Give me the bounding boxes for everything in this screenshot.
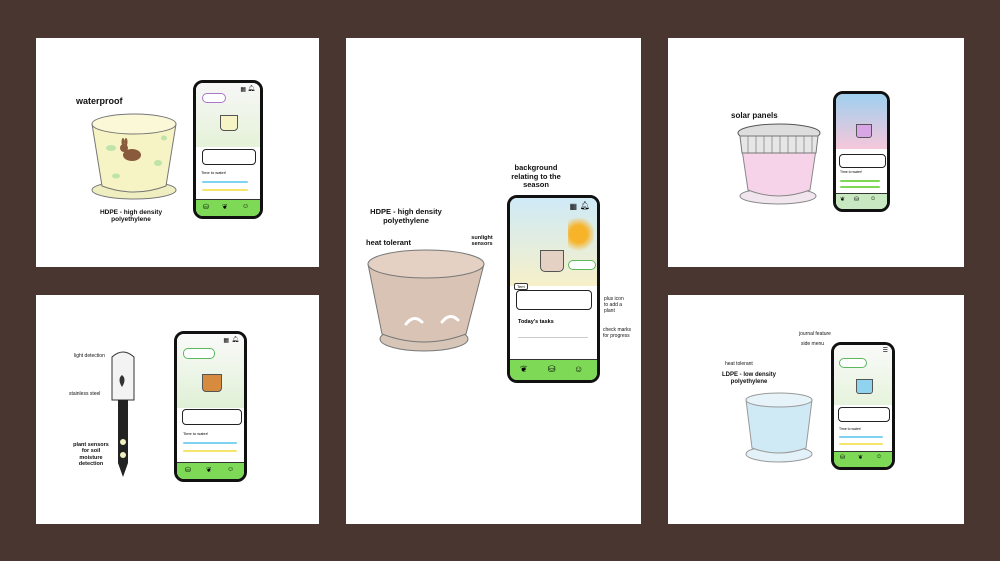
sprout-icon[interactable]: ❦ — [520, 364, 528, 375]
people-icon[interactable]: ☺ — [870, 196, 876, 202]
people-icon[interactable]: ☺ — [574, 364, 583, 374]
plant-card[interactable] — [182, 409, 242, 425]
bottom-nav: ⛁ ❦ ☺ — [834, 451, 892, 467]
plant-card[interactable] — [839, 154, 886, 168]
blue-pot-illustration — [745, 392, 813, 463]
time-to-water-label: Time to water! — [201, 170, 227, 175]
people-icon[interactable]: ☺ — [876, 454, 882, 460]
time-to-water-label: Time to water! — [839, 427, 862, 431]
plant-card[interactable] — [838, 407, 890, 422]
pot-icon[interactable]: ⛁ — [854, 196, 859, 203]
phone-mockup: ▦ 🔔︎ Time to water! ⛁ ❦ ☺ — [193, 80, 263, 219]
label-check-marks-note: check marks for progress — [603, 327, 632, 339]
panel-waterproof-pot: waterproof HDPE - high density polyethyl… — [36, 38, 319, 267]
calendar-icon[interactable]: ▦ — [240, 86, 246, 93]
plant-tag: Terri — [514, 283, 528, 290]
sun-level-bar — [839, 443, 883, 445]
label-plus-icon-note: plus icon to add a plant — [604, 296, 624, 314]
sprout-icon[interactable]: ❦ — [222, 203, 228, 211]
phone-mockup: ▦ 🔔︎ Time to water! ⛁ ❦ ☺ — [174, 331, 247, 482]
task-row-progress[interactable] — [518, 342, 588, 349]
pot-icon[interactable]: ⛁ — [548, 364, 556, 375]
sprout-icon[interactable]: ❦ — [206, 466, 212, 474]
bottom-nav: ⛁ ❦ ☺ — [196, 199, 260, 216]
pot-icon[interactable]: ⛁ — [185, 466, 191, 474]
bell-icon[interactable]: 🔔︎ — [580, 201, 590, 210]
people-icon[interactable]: ☺ — [227, 466, 234, 473]
panel-ldpe-pot: journal feature side menu heat tolerant … — [668, 295, 964, 524]
plant-card[interactable] — [202, 149, 256, 165]
water-level-bar — [202, 181, 248, 183]
autumn-leaves — [568, 218, 594, 258]
water-level-bar — [839, 436, 883, 438]
yellow-pot-illustration — [91, 113, 177, 200]
todays-tasks-title: Today's tasks — [518, 319, 554, 325]
speech-bubble — [568, 260, 596, 270]
calendar-icon[interactable]: ▦ — [223, 337, 229, 344]
plant-card[interactable] — [516, 290, 592, 310]
pot-with-plant — [220, 115, 238, 131]
speech-bubble — [202, 93, 226, 103]
phone-scene — [177, 334, 244, 408]
phone-mockup: Time to water! ❦ ⛁ ☺ — [833, 91, 890, 212]
bell-icon[interactable]: 🔔︎ — [247, 85, 255, 92]
phone-mockup: ☰ Time to water! ⛁ ❦ ☺ — [831, 342, 895, 470]
sun-level-bar — [202, 189, 248, 191]
sun-level-bar — [183, 450, 237, 452]
pot-with-plant — [202, 374, 222, 392]
phone-scene — [834, 345, 892, 405]
pot-icon[interactable]: ⛁ — [840, 454, 845, 461]
pot-icon[interactable]: ⛁ — [203, 203, 209, 211]
bell-icon[interactable]: 🔔︎ — [231, 336, 239, 343]
water-level-bar — [183, 442, 237, 444]
panel-plant-sensor: light detection stainless steel plant se… — [36, 295, 319, 524]
bottom-nav: ❦ ⛁ ☺ — [510, 359, 597, 380]
pot-with-plant — [540, 250, 564, 272]
bottom-nav: ❦ ⛁ ☺ — [836, 193, 887, 209]
people-icon[interactable]: ☺ — [242, 203, 249, 210]
panel-center-pot: background relating to the season HDPE -… — [346, 38, 641, 524]
phone-mockup: ▦ 🔔︎ Terri Today's tasks ❦ ⛁ ☺ — [507, 195, 600, 383]
time-to-water-label: Time to water! — [840, 170, 863, 174]
speech-bubble — [839, 358, 867, 368]
calendar-icon[interactable]: ▦ — [569, 202, 577, 211]
water-level-bar — [840, 180, 880, 182]
label-material-hdpe: HDPE - high density polyethylene — [99, 209, 163, 224]
speech-bubble — [183, 348, 215, 359]
pot-with-plant — [856, 379, 873, 394]
phone-scene — [836, 94, 887, 149]
time-to-water-label: Time to water! — [183, 431, 209, 436]
task-row-water[interactable] — [518, 330, 588, 338]
pink-pot-illustration — [737, 123, 821, 205]
bottom-nav: ⛁ ❦ ☺ — [177, 462, 244, 479]
menu-icon[interactable]: ☰ — [883, 347, 888, 354]
sprout-icon[interactable]: ❦ — [840, 196, 845, 203]
sprout-icon[interactable]: ❦ — [858, 454, 863, 461]
panel-solar-pot: solar panels Time to water! ❦ ⛁ ☺ — [668, 38, 964, 267]
sun-level-bar — [840, 186, 880, 188]
pot-with-plant — [856, 124, 872, 138]
